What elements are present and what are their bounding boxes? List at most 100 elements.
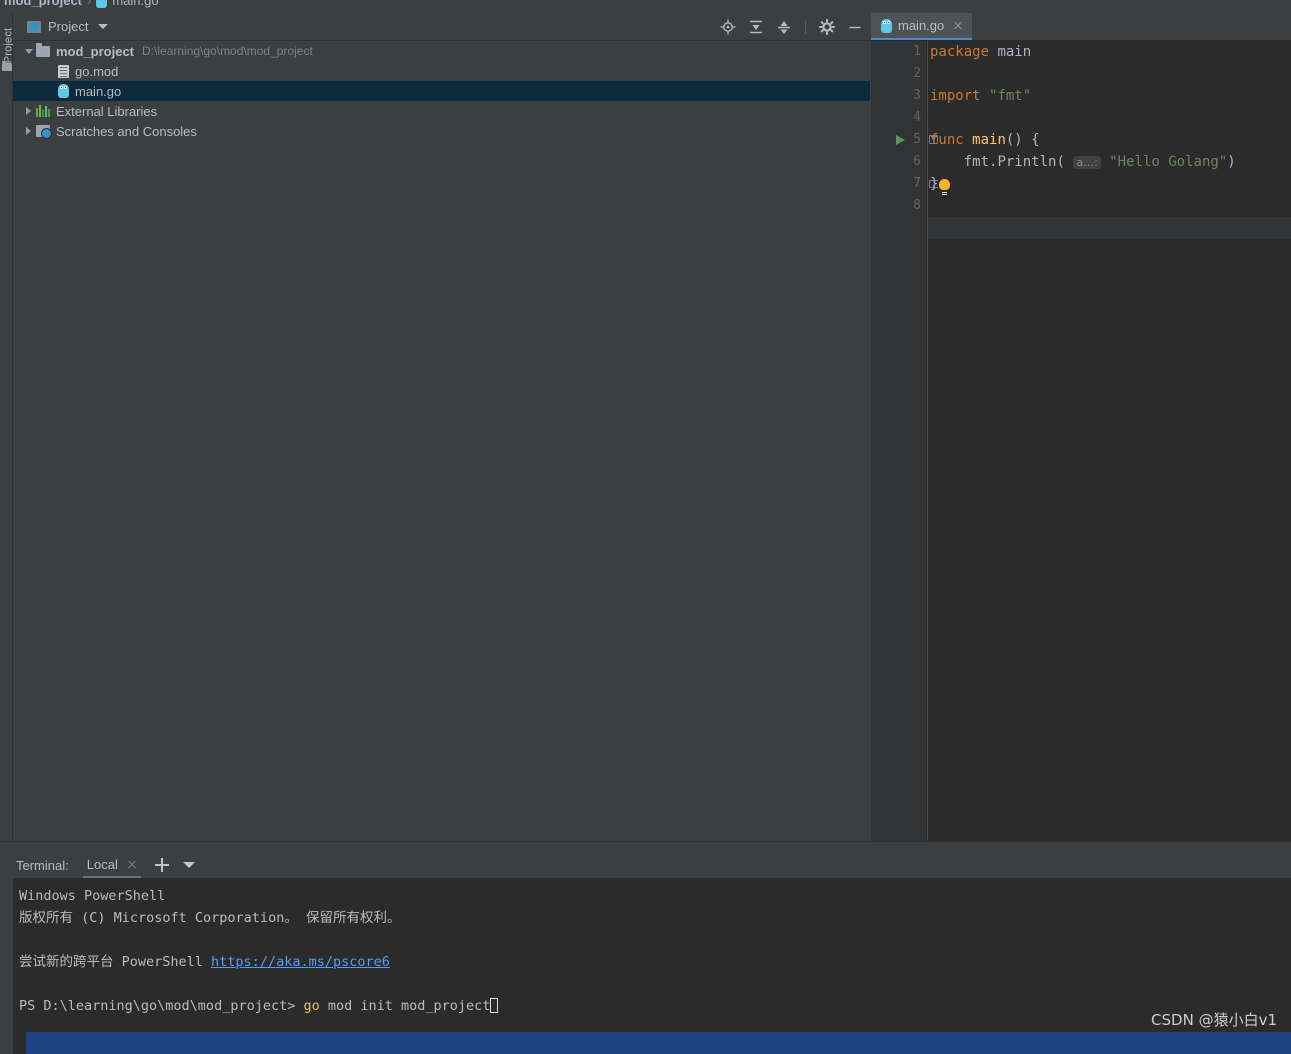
function-name: main: [972, 132, 1006, 148]
code-line-6: fmt.Println( a…: "Hello Golang"): [928, 151, 1291, 173]
terminal-text: 尝试新的跨平台 PowerShell: [19, 954, 212, 970]
code-editor[interactable]: 1 2 3 4 5 ▼ 6 7 8 package main import "f…: [871, 41, 1291, 841]
line-number: 6: [913, 154, 921, 169]
project-panel-toolbar: [719, 13, 864, 41]
terminal-tab-label: Local: [86, 856, 118, 872]
terminal-line: 版权所有 (C) Microsoft Corporation。 保留所有权利。: [19, 910, 401, 926]
line-number: 1: [913, 44, 921, 59]
keyword-func: func: [930, 132, 964, 148]
expand-all-icon[interactable]: [747, 18, 765, 36]
ide-window: mod_project › main.go Project Project mo…: [0, 0, 1291, 1054]
method-name: Println: [997, 154, 1057, 170]
library-icon: [36, 105, 50, 117]
toolbar-divider: [805, 20, 806, 34]
terminal-output[interactable]: Windows PowerShell 版权所有 (C) Microsoft Co…: [13, 878, 1291, 1054]
go-file-icon: [96, 0, 108, 8]
run-gutter-icon[interactable]: [896, 135, 905, 145]
go-file-icon: [58, 84, 69, 98]
line-number: 3: [913, 88, 921, 103]
terminal-cursor: [490, 998, 499, 1013]
project-panel-title: Project: [48, 19, 89, 34]
tree-row[interactable]: Scratches and Consoles: [13, 121, 870, 141]
project-panel-title-group[interactable]: Project: [27, 19, 109, 34]
terminal-tool-window: Terminal: Local Windows PowerShell 版权所有 …: [0, 852, 1291, 1054]
folder-icon: [36, 42, 50, 57]
tab-main-go[interactable]: main.go: [871, 13, 973, 40]
line-number: 4: [913, 110, 921, 125]
tree-row[interactable]: go.mod: [13, 61, 870, 81]
tree-row[interactable]: mod_project D:\learning\go\mod\mod_proje…: [13, 41, 870, 61]
terminal-link[interactable]: https://aka.ms/pscore6: [211, 954, 390, 970]
minimize-icon[interactable]: [846, 18, 864, 36]
tree-row[interactable]: External Libraries: [13, 101, 870, 121]
locate-icon[interactable]: [719, 18, 737, 36]
code-line-3: import "fmt": [928, 85, 1291, 107]
editor-tabbar: main.go: [871, 13, 1291, 41]
lightbulb-icon[interactable]: [939, 178, 951, 193]
terminal-tab-local[interactable]: Local: [82, 853, 141, 878]
code-lines[interactable]: package main import "fmt" func main() { …: [927, 41, 1291, 841]
terminal-selection-bar: [26, 1032, 1291, 1054]
left-tool-strip: Project: [0, 13, 15, 841]
chevron-down-icon[interactable]: [98, 24, 109, 29]
keyword-import: import: [930, 88, 981, 104]
close-paren: ): [1227, 154, 1236, 170]
terminal-line: 尝试新的跨平台 PowerShell https://aka.ms/pscore…: [19, 951, 1291, 973]
line-number-text: 5: [913, 132, 921, 147]
close-icon[interactable]: [126, 859, 137, 870]
editor-gutter[interactable]: 1 2 3 4 5 ▼ 6 7 8: [871, 41, 938, 841]
closing-brace: }: [930, 176, 939, 192]
chevron-down-icon[interactable]: [182, 862, 195, 868]
breadcrumb: mod_project › main.go: [0, 0, 1291, 13]
tree-item-label: Scratches and Consoles: [56, 123, 197, 139]
plus-icon[interactable]: [154, 858, 169, 872]
shell-prompt: PS D:\learning\go\mod\mod_project>: [19, 998, 304, 1014]
func-signature: () {: [1005, 132, 1040, 148]
close-icon[interactable]: [952, 20, 964, 32]
tree-item-label: mod_project: [56, 43, 135, 59]
go-file-icon: [881, 18, 892, 33]
scratches-icon: [36, 125, 52, 139]
project-file-tree: mod_project D:\learning\go\mod\mod_proje…: [13, 41, 870, 141]
terminal-line: Windows PowerShell: [19, 888, 166, 904]
chevron-right-icon[interactable]: [23, 105, 35, 117]
chevron-down-icon[interactable]: [23, 45, 35, 57]
string-literal: "Hello Golang": [1109, 154, 1228, 170]
structure-icon[interactable]: [2, 61, 12, 71]
collapse-all-icon[interactable]: [775, 18, 793, 36]
chevron-right-icon[interactable]: [23, 125, 35, 137]
breadcrumb-project[interactable]: mod_project: [4, 0, 82, 8]
line-number: 8: [913, 198, 921, 213]
breadcrumb-separator: ›: [87, 0, 92, 8]
line-number: 2: [913, 66, 921, 81]
code-line-1: package main: [928, 41, 1291, 63]
import-path: "fmt": [989, 88, 1032, 104]
breadcrumb-file[interactable]: main.go: [112, 0, 158, 8]
gear-icon[interactable]: [818, 18, 836, 36]
tree-item-path: D:\learning\go\mod\mod_project: [142, 44, 313, 58]
line-number: 7: [871, 173, 938, 195]
tree-item-label: main.go: [75, 83, 122, 99]
receiver: fmt: [963, 154, 990, 170]
code-line-5: func main() {: [928, 129, 1291, 151]
open-paren: (: [1056, 154, 1065, 170]
go-mod-file-icon: [58, 64, 69, 78]
line-number-text: 7: [913, 176, 921, 191]
project-tool-window: Project mod_project D:\learning\go\mod\m…: [13, 13, 870, 841]
command-name: go: [303, 998, 320, 1014]
tree-row[interactable]: main.go: [13, 81, 870, 101]
code-line-7: }: [928, 173, 1291, 195]
package-name: main: [989, 44, 1032, 60]
parameter-hint: a…:: [1073, 155, 1101, 169]
horizontal-splitter[interactable]: [0, 841, 1291, 852]
